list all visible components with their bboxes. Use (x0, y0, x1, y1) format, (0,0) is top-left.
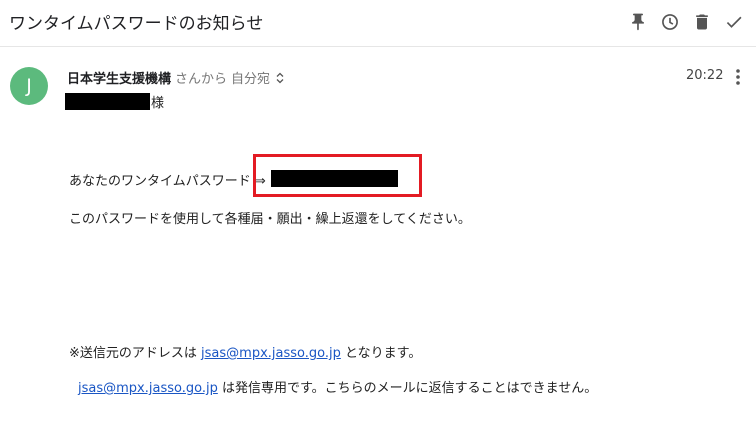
done-button[interactable] (722, 10, 746, 34)
note-prefix: ※送信元のアドレスは (69, 346, 197, 361)
email-header: ワンタイムパスワードのお知らせ (0, 0, 756, 47)
sender-from-label: さんから (175, 72, 228, 87)
otp-label: あなたのワンタイムパスワード ⇒ (69, 174, 266, 189)
instruction-text: このパスワードを使用して各種届・願出・繰上返還をしてください。 (69, 212, 471, 227)
email-subject: ワンタイムパスワードのお知らせ (9, 14, 264, 34)
toolbar (626, 10, 746, 34)
clock-icon (662, 14, 678, 30)
sender-email-link[interactable]: jsas@mpx.jasso.go.jp (201, 346, 341, 361)
sender-note: ※送信元のアドレスは jsas@mpx.jasso.go.jp となります。 (69, 342, 421, 361)
redacted-name (65, 93, 150, 110)
recipient-label[interactable]: 自分宛 (231, 68, 270, 87)
honorific: 様 (151, 96, 165, 111)
pin-button[interactable] (626, 10, 650, 34)
snooze-button[interactable] (658, 10, 682, 34)
send-only-email-link[interactable]: jsas@mpx.jasso.go.jp (78, 381, 218, 396)
check-icon (726, 16, 742, 28)
salutation: 様 (65, 92, 164, 111)
delete-button[interactable] (690, 10, 714, 34)
more-options-icon[interactable] (730, 67, 746, 87)
note-suffix: となります。 (345, 346, 422, 361)
send-only-text: は発信専用です。こちらのメールに返信することはできません。 (221, 381, 598, 396)
trash-icon (696, 14, 708, 30)
send-only-note: jsas@mpx.jasso.go.jp は発信専用です。こちらのメールに返信す… (78, 377, 597, 396)
pin-icon (632, 13, 644, 31)
otp-line: あなたのワンタイムパスワード ⇒ (69, 170, 266, 189)
expand-details-icon[interactable] (276, 72, 284, 84)
avatar[interactable]: J (10, 67, 48, 105)
email-time: 20:22 (686, 68, 724, 83)
sender-line: 日本学生支援機構 さんから 自分宛 (67, 68, 284, 87)
sender-name[interactable]: 日本学生支援機構 (67, 68, 171, 87)
otp-highlight-box (253, 154, 422, 197)
